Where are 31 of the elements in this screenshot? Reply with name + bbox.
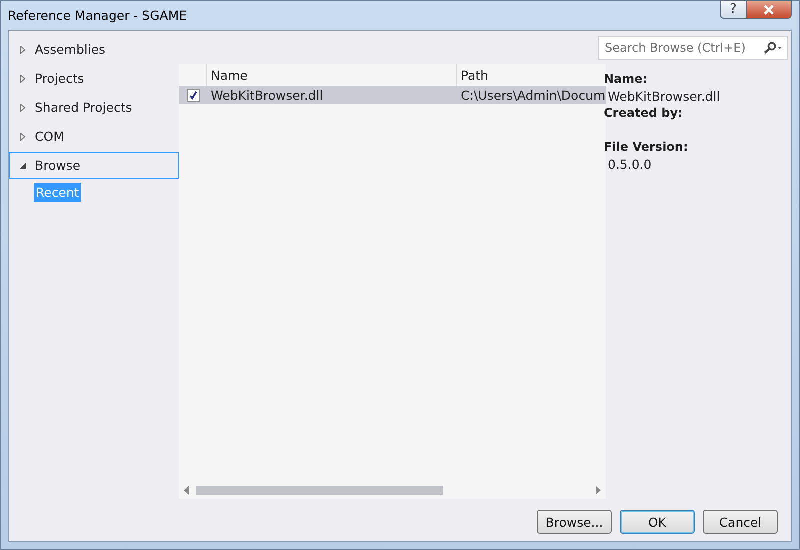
sidebar-item[interactable]: Assemblies [9,36,179,63]
table-row[interactable]: WebKitBrowser.dll C:\Users\Admin\Docum [179,86,606,104]
column-header[interactable]: Path [457,64,606,86]
sidebar-item[interactable]: Browse [9,152,179,179]
detail-value: 0.5.0.0 [607,156,653,173]
sidebar-item[interactable]: Shared Projects [9,94,179,121]
sidebar-item[interactable]: Projects [9,65,179,92]
table-cell-text: C:\Users\Admin\Docum [460,88,606,102]
search-field[interactable]: Search Browse (Ctrl+E) [598,36,788,60]
window-title: Reference Manager - SGAME [8,8,188,23]
scroll-left-icon[interactable] [184,486,190,495]
scroll-right-icon[interactable] [594,486,601,495]
collapsed-triangle-icon[interactable] [19,46,27,54]
dialog-button[interactable]: OK [620,510,695,534]
checkbox[interactable] [186,88,200,102]
dialog-button[interactable]: Cancel [703,510,778,534]
collapsed-triangle-icon[interactable] [19,74,27,82]
close-icon [763,4,775,14]
close-button[interactable] [747,0,792,19]
help-button[interactable]: ? [720,0,747,19]
detail-label: File Version: [604,139,690,156]
table-cell-text: WebKitBrowser.dll [210,88,324,102]
detail-label: Name: [604,71,649,88]
expanded-triangle-icon[interactable] [19,162,27,170]
detail-value: WebKitBrowser.dll [607,88,722,105]
search-icon[interactable] [763,42,783,54]
collapsed-triangle-icon[interactable] [19,104,27,112]
dialog-button[interactable]: Browse... [537,510,612,534]
detail-label: Created by: [604,105,684,122]
collapsed-triangle-icon[interactable] [19,132,27,140]
sidebar-item[interactable]: COM [9,123,179,150]
